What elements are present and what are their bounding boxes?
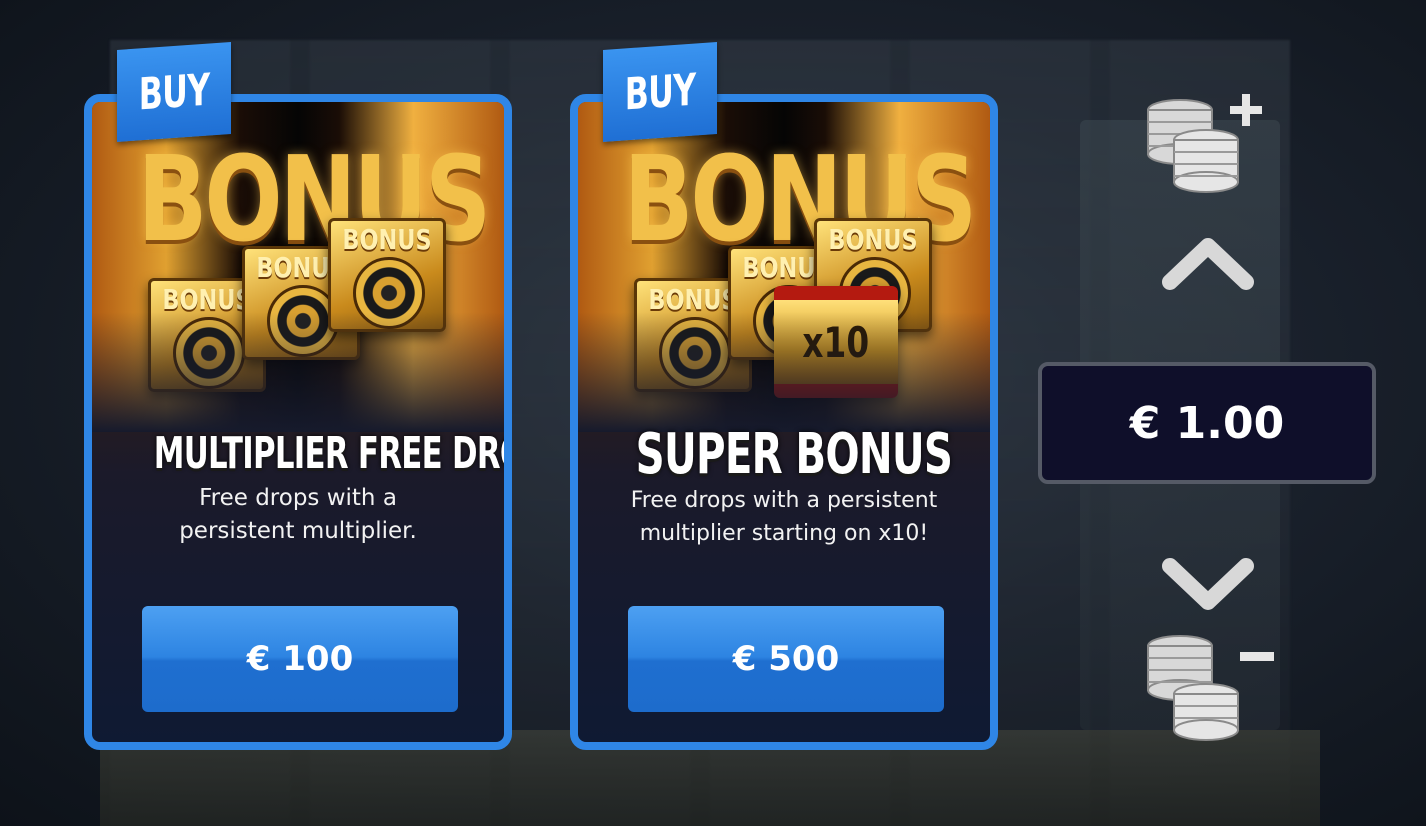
bonus-tile-label: BONUS — [648, 283, 738, 316]
buy-price-button[interactable]: € 500 — [628, 606, 944, 712]
bonus-tile-label: BONUS — [828, 223, 918, 256]
chevron-up-icon[interactable] — [1160, 232, 1256, 292]
bet-amount-display: € 1.00 — [1038, 362, 1376, 484]
bonus-tile-label: BONUS — [162, 283, 252, 316]
card-artwork: BONUS BONUS BONUS BONUS — [92, 102, 504, 432]
coin-icon — [353, 257, 425, 329]
buy-flag: BUY — [117, 42, 231, 142]
coin-icon — [173, 317, 245, 389]
bonus-tile-label: BONUS — [342, 223, 432, 256]
card-description: Free drops with a persistent multiplier. — [179, 485, 417, 544]
coins-plus-icon[interactable] — [1142, 92, 1282, 202]
coins-minus-icon[interactable] — [1142, 632, 1282, 742]
buy-price-button[interactable]: € 100 — [142, 606, 458, 712]
buy-flag-label: BUY — [138, 64, 210, 120]
bonus-tile: BONUS — [328, 218, 446, 332]
multiplier-badge-label: x10 — [802, 317, 870, 367]
bonus-buy-card-super-bonus[interactable]: BONUS BONUS BONUS BONUS x10 SUPER BONUS … — [570, 94, 998, 750]
multiplier-badge: x10 — [774, 286, 898, 398]
card-title: SUPER BONUS — [635, 422, 953, 487]
buy-flag: BUY — [603, 42, 717, 142]
coin-icon — [659, 317, 731, 389]
bonus-buy-card-multiplier-free-drops[interactable]: BONUS BONUS BONUS BONUS MULTIPLIER FREE … — [84, 94, 512, 750]
card-artwork: BONUS BONUS BONUS BONUS x10 — [578, 102, 990, 432]
chevron-down-icon[interactable] — [1160, 554, 1256, 614]
card-title: MULTIPLIER FREE DROPS — [153, 428, 504, 479]
card-description: Free drops with a persistent multiplier … — [630, 488, 938, 546]
buy-flag-label: BUY — [624, 64, 696, 120]
bonus-tile: BONUS — [814, 218, 932, 332]
